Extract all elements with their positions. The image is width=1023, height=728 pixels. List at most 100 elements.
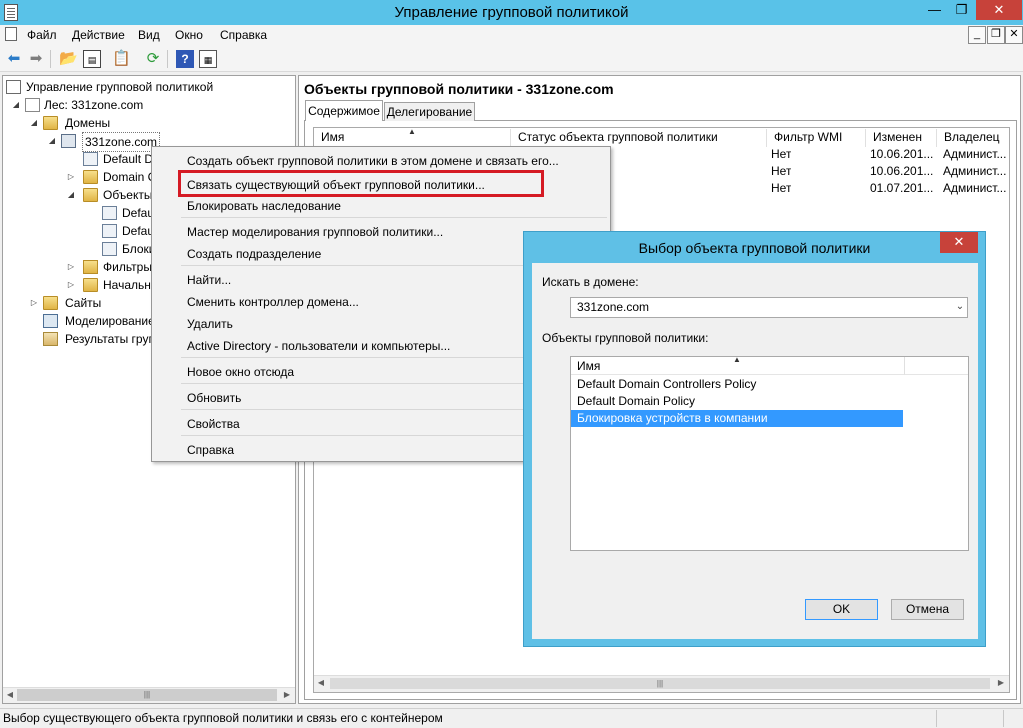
menu-item-create-and-link-gpo[interactable]: Создать объект групповой политики в этом… bbox=[187, 154, 559, 168]
column-header-owner[interactable]: Владелец bbox=[937, 129, 1009, 147]
gpo-list-item-selected[interactable]: Блокировка устройств в компании bbox=[571, 410, 903, 427]
toolbar-separator bbox=[50, 50, 51, 68]
cell-wmi: Нет bbox=[771, 164, 792, 178]
tree-item-label: Результаты груп bbox=[65, 332, 155, 346]
gpo-icon bbox=[102, 206, 117, 220]
sites-folder-icon bbox=[43, 296, 58, 310]
domain-select[interactable]: 331zone.com bbox=[570, 297, 968, 318]
tree-item-label: Моделирование bbox=[65, 314, 155, 328]
collapse-arrow-icon[interactable]: ◢ bbox=[47, 132, 57, 150]
mdi-minimize-button[interactable]: _ bbox=[968, 26, 986, 44]
gpo-list-item[interactable]: Default Domain Policy bbox=[571, 393, 903, 410]
tree-item-label: Домены bbox=[65, 116, 111, 130]
starter-gpo-folder-icon bbox=[83, 278, 98, 292]
maximize-button[interactable]: ❐ bbox=[948, 0, 975, 20]
menu-item-modeling-wizard[interactable]: Мастер моделирования групповой политики.… bbox=[187, 225, 443, 239]
menu-item-help[interactable]: Справка bbox=[187, 443, 234, 457]
gpo-list-item[interactable]: Default Domain Controllers Policy bbox=[571, 376, 903, 393]
toolbar-separator bbox=[167, 50, 168, 68]
menu-help[interactable]: Справка bbox=[220, 28, 267, 44]
ok-button[interactable]: OK bbox=[805, 599, 878, 620]
menu-item-find[interactable]: Найти... bbox=[187, 273, 231, 287]
cell-owner: Админист... bbox=[943, 147, 1007, 161]
collapse-arrow-icon[interactable]: ◢ bbox=[11, 96, 21, 114]
status-separator bbox=[1003, 710, 1004, 727]
column-header-modified[interactable]: Изменен bbox=[866, 129, 937, 147]
pane-title: Объекты групповой политики - 331zone.com bbox=[304, 81, 614, 97]
menu-item-delete[interactable]: Удалить bbox=[187, 317, 233, 331]
expand-arrow-icon[interactable]: ▷ bbox=[66, 258, 76, 276]
tree-item-label: Управление групповой политикой bbox=[26, 80, 214, 94]
cell-modified: 01.07.201... bbox=[870, 181, 934, 195]
list-scroll-thumb[interactable]: ||| bbox=[330, 678, 990, 689]
help-icon[interactable]: ? bbox=[176, 50, 194, 68]
chevron-down-icon[interactable]: ⌄ bbox=[953, 297, 967, 318]
domains-folder-icon bbox=[43, 116, 58, 130]
gpo-icon bbox=[102, 242, 117, 256]
column-header-wmi-filter[interactable]: Фильтр WMI bbox=[767, 129, 866, 147]
minimize-button[interactable]: — bbox=[921, 0, 948, 20]
clipboard-icon[interactable]: 📋 bbox=[112, 50, 131, 68]
gpo-column-header-empty[interactable] bbox=[905, 357, 968, 375]
scroll-right-icon[interactable]: ▶ bbox=[280, 687, 294, 703]
gpo-icon bbox=[102, 224, 117, 238]
dialog-close-button[interactable]: ✕ bbox=[940, 232, 978, 253]
collapse-arrow-icon[interactable]: ◢ bbox=[66, 186, 76, 204]
menu-item-ad-users-computers[interactable]: Active Directory - пользователи и компью… bbox=[187, 339, 450, 353]
cell-modified: 10.06.201... bbox=[870, 164, 934, 178]
dialog-title: Выбор объекта групповой политики bbox=[638, 240, 871, 256]
tree-item-label: Лес: 331zone.com bbox=[44, 98, 144, 112]
window-title: Управление групповой политикой bbox=[394, 4, 629, 21]
mdi-close-button[interactable]: ✕ bbox=[1005, 26, 1023, 44]
tree-item-label: Defau bbox=[122, 206, 155, 220]
menu-view[interactable]: Вид bbox=[138, 28, 160, 44]
menu-item-properties[interactable]: Свойства bbox=[187, 417, 240, 431]
menu-window[interactable]: Окно bbox=[175, 28, 203, 44]
forward-arrow-icon[interactable]: ➡ bbox=[27, 50, 45, 68]
menu-separator bbox=[181, 217, 607, 218]
annotation-highlight-box bbox=[178, 170, 544, 197]
document-icon[interactable] bbox=[5, 27, 17, 41]
domain-icon bbox=[61, 134, 76, 148]
collapse-arrow-icon[interactable]: ◢ bbox=[29, 114, 39, 132]
menu-item-refresh[interactable]: Обновить bbox=[187, 391, 241, 405]
back-arrow-icon[interactable]: ⬅ bbox=[5, 50, 23, 68]
up-folder-icon[interactable]: 📂 bbox=[59, 50, 78, 68]
menu-file[interactable]: Файл bbox=[27, 28, 57, 44]
tree-scroll-thumb[interactable]: ||| bbox=[17, 689, 277, 701]
properties-pane-icon[interactable]: ▦ bbox=[199, 50, 217, 68]
cell-owner: Админист... bbox=[943, 181, 1007, 195]
mdi-restore-button[interactable]: ❐ bbox=[987, 26, 1005, 44]
refresh-icon[interactable]: ⟳ bbox=[144, 50, 162, 68]
sort-ascending-icon: ▲ bbox=[733, 355, 741, 364]
status-separator bbox=[936, 710, 937, 727]
tab-delegation[interactable]: Делегирование bbox=[384, 102, 475, 121]
expand-arrow-icon[interactable]: ▷ bbox=[66, 276, 76, 294]
tree-item-label: Фильтры bbox=[103, 260, 152, 274]
menu-action[interactable]: Действие bbox=[72, 28, 125, 44]
tree-item-label: Defau bbox=[122, 224, 155, 238]
menu-item-block-inheritance[interactable]: Блокировать наследование bbox=[187, 199, 341, 213]
menu-item-create-ou[interactable]: Создать подразделение bbox=[187, 247, 321, 261]
expand-arrow-icon[interactable]: ▷ bbox=[66, 168, 76, 186]
column-header-status[interactable]: Статус объекта групповой политики bbox=[511, 129, 767, 147]
tree-item-label: Начальн bbox=[103, 278, 151, 292]
scroll-right-icon[interactable]: ▶ bbox=[994, 675, 1008, 691]
cell-wmi: Нет bbox=[771, 147, 792, 161]
tab-contents[interactable]: Содержимое bbox=[305, 100, 383, 121]
close-window-button[interactable]: ✕ bbox=[976, 0, 1022, 20]
tree-item-label: Сайты bbox=[65, 296, 102, 310]
gpo-folder-icon bbox=[83, 188, 98, 202]
expand-arrow-icon[interactable]: ▷ bbox=[29, 294, 39, 312]
menu-item-new-window[interactable]: Новое окно отсюда bbox=[187, 365, 294, 379]
scroll-left-icon[interactable]: ◀ bbox=[3, 687, 17, 703]
gpm-root-icon bbox=[6, 80, 21, 94]
sort-ascending-icon: ▲ bbox=[408, 127, 416, 136]
scroll-left-icon[interactable]: ◀ bbox=[314, 675, 328, 691]
forest-icon bbox=[25, 98, 40, 112]
cell-modified: 10.06.201... bbox=[870, 147, 934, 161]
menu-item-change-dc[interactable]: Сменить контроллер домена... bbox=[187, 295, 359, 309]
cell-wmi: Нет bbox=[771, 181, 792, 195]
cancel-button[interactable]: Отмена bbox=[891, 599, 964, 620]
show-hide-tree-icon[interactable]: ▤ bbox=[83, 50, 101, 68]
